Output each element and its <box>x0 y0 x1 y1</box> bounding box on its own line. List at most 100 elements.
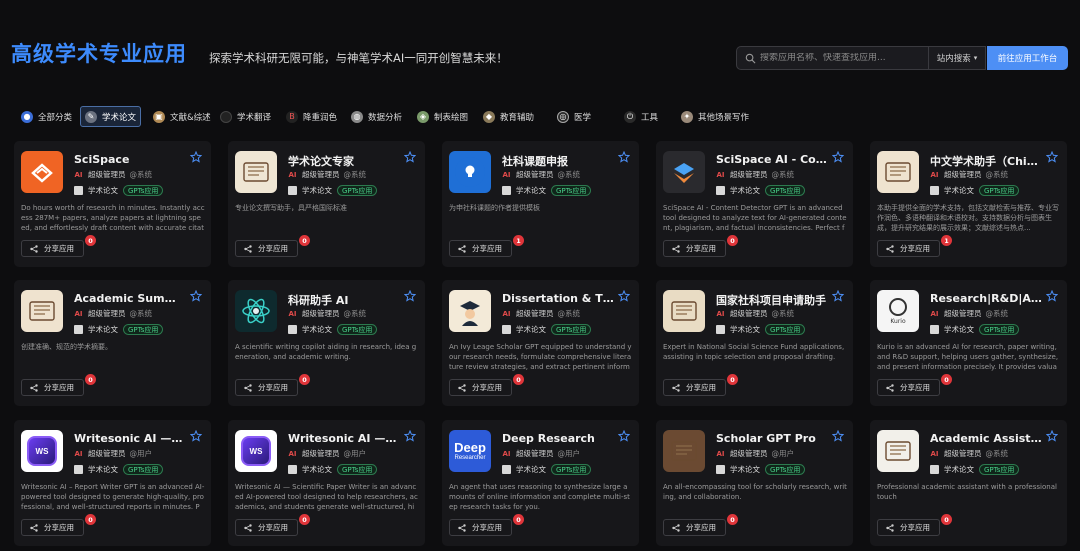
tag-row: 学术论文 GPTs应用 <box>930 463 1020 475</box>
share-app-button[interactable]: 分享应用 <box>663 379 726 396</box>
share-app-button[interactable]: 分享应用 <box>449 240 512 257</box>
category-medicine[interactable]: ◎ 医学 <box>553 106 595 127</box>
star-icon[interactable] <box>618 290 630 302</box>
tag-row: 学术论文 GPTs应用 <box>716 323 806 335</box>
share-app-button[interactable]: 分享应用 <box>663 240 726 257</box>
app-card[interactable]: Academic Summeries AI 超级管理员@系统学术论文 GPTs应用创建… <box>14 280 211 406</box>
category-data-analysis[interactable]: ◍ 数据分析 <box>347 106 406 127</box>
book-icon: ▣ <box>153 110 165 123</box>
layers-icon <box>663 151 705 193</box>
search-box[interactable] <box>736 46 928 70</box>
app-card[interactable]: WS Writesonic AI — Scientific Paper Write… <box>228 420 425 546</box>
ai-logo-icon: AI <box>502 309 511 318</box>
app-name: 科研助手 AI <box>288 294 349 307</box>
app-name: 中文学术助手（Chinese） <box>930 155 1042 168</box>
star-icon[interactable] <box>1046 151 1058 163</box>
ai-logo-icon: AI <box>288 170 297 179</box>
gpts-badge: GPTs应用 <box>123 184 164 196</box>
share-app-button[interactable]: 分享应用 <box>21 240 84 257</box>
app-card[interactable]: Academic Assistant Pro AI 超级管理员@系统学术论文 GPTs… <box>870 420 1067 546</box>
share-app-button[interactable]: 分享应用 <box>21 379 84 396</box>
app-card[interactable]: 科研助手 AI AI 超级管理员 @系统 学术论文 GPTs应用 A scientific … <box>228 280 425 406</box>
app-card[interactable]: SciSpace AI 超级管理员 @系统 学术论文 GPTs应用 Do hours wor… <box>14 141 211 267</box>
share-icon <box>30 383 38 392</box>
category-all[interactable]: ● 全部分类 <box>17 106 76 127</box>
app-card[interactable]: SciSpace AI - Content Detector AI 超级管理员@系统… <box>656 141 853 267</box>
desk-sketch-icon <box>663 290 705 332</box>
slogan: 探索学术科研无限可能，与神笔学术AI一同开创智慧未来！ <box>209 51 508 65</box>
category-other-writing[interactable]: ✦ 其他场景写作 <box>677 106 753 127</box>
app-card[interactable]: 社科课题申报 AI 超级管理员 @系统 学术论文 GPTs应用 为申社科课题的作者提供模板分… <box>442 141 639 267</box>
share-app-button[interactable]: 分享应用 <box>235 519 298 536</box>
app-card[interactable]: Dissertation & Thesis GPT AI 超级管理员@系统学术论文 G… <box>442 280 639 406</box>
app-card[interactable]: Deep Researcher Deep Research AI 超级管理员 @用户 学术论… <box>442 420 639 546</box>
app-card[interactable]: WS Writesonic AI — Report Writer AI 超级管理员@用… <box>14 420 211 546</box>
author-name: 超级管理员 <box>302 309 340 318</box>
star-icon[interactable] <box>832 430 844 442</box>
star-icon[interactable] <box>832 290 844 302</box>
ai-logo-icon: AI <box>930 449 939 458</box>
star-icon[interactable] <box>190 151 202 163</box>
star-icon[interactable] <box>404 430 416 442</box>
app-card[interactable]: 学术论文专家 AI 超级管理员 @系统 学术论文 GPTs应用 专业论文撰写助手，具严格国际… <box>228 141 425 267</box>
star-icon[interactable] <box>190 430 202 442</box>
star-icon[interactable] <box>404 290 416 302</box>
share-app-button[interactable]: 分享应用 <box>663 519 726 536</box>
share-app-button[interactable]: 分享应用 <box>877 519 940 536</box>
star-icon[interactable] <box>404 151 416 163</box>
app-description: Professional academic assistant with a p… <box>877 483 1057 501</box>
search-scope-button[interactable]: 站内搜索 ▾ <box>928 46 986 70</box>
category-polish[interactable]: B 降重润色 <box>282 106 341 127</box>
document-icon <box>502 464 511 474</box>
share-app-button[interactable]: 分享应用 <box>877 240 940 257</box>
atom-icon <box>235 290 277 332</box>
share-label: 分享应用 <box>44 523 74 532</box>
gpts-badge: GPTs应用 <box>979 463 1020 475</box>
category-charting[interactable]: ◈ 制表绘图 <box>413 106 472 127</box>
category-academic-paper[interactable]: ✎ 学术论文 <box>80 106 142 127</box>
star-icon[interactable] <box>190 290 202 302</box>
share-app-button[interactable]: 分享应用 <box>449 379 512 396</box>
author-name: 超级管理员 <box>88 309 126 318</box>
gpts-badge: GPTs应用 <box>551 184 592 196</box>
share-icon <box>458 523 466 532</box>
ai-logo-icon: AI <box>502 449 511 458</box>
tag-row: 学术论文 GPTs应用 <box>288 323 378 335</box>
translate-icon <box>220 110 232 123</box>
share-label: 分享应用 <box>686 523 716 532</box>
app-card[interactable]: Scholar GPT Pro AI 超级管理员 @用户 学术论文 GPTs应用 An al… <box>656 420 853 546</box>
tag-row: 学术论文 GPTs应用 <box>74 463 164 475</box>
star-icon[interactable] <box>618 430 630 442</box>
app-card[interactable]: Kurio Research|R&D|Academic AI 超级管理员@系统学术论文… <box>870 280 1067 406</box>
author-name: 超级管理员 <box>944 309 982 318</box>
category-translation[interactable]: 学术翻译 <box>216 106 275 127</box>
author-name: 超级管理员 <box>944 170 982 179</box>
search-scope-label: 站内搜索 <box>936 54 971 64</box>
star-icon[interactable] <box>1046 430 1058 442</box>
share-app-button[interactable]: 分享应用 <box>877 379 940 396</box>
share-count-badge: 0 <box>513 374 524 385</box>
share-app-button[interactable]: 分享应用 <box>449 519 512 536</box>
workbench-button[interactable]: 前往应用工作台 <box>987 46 1068 70</box>
share-app-button[interactable]: 分享应用 <box>21 519 84 536</box>
search-input[interactable] <box>760 53 920 63</box>
category-education[interactable]: ◆ 教育辅助 <box>479 106 538 127</box>
star-icon[interactable] <box>1046 290 1058 302</box>
app-description: Kurio is an advanced AI for research, pa… <box>877 343 1059 371</box>
app-card[interactable]: 中文学术助手（Chinese） AI 超级管理员@系统学术论文 GPTs应用本助手提供… <box>870 141 1067 267</box>
share-icon <box>458 244 466 253</box>
document-icon <box>502 324 511 334</box>
share-label: 分享应用 <box>900 523 930 532</box>
author-role: @系统 <box>985 309 1009 318</box>
school-icon: ◆ <box>483 110 495 123</box>
share-app-button[interactable]: 分享应用 <box>235 379 298 396</box>
app-name: Research|R&D|Academic <box>930 292 1042 305</box>
star-icon[interactable] <box>832 151 844 163</box>
category-tools[interactable]: ⏻ 工具 <box>620 106 662 127</box>
star-icon[interactable] <box>618 151 630 163</box>
share-app-button[interactable]: 分享应用 <box>235 240 298 257</box>
app-card[interactable]: 国家社科项目申请助手 AI 超级管理员 @系统 学术论文 GPTs应用 Expert in … <box>656 280 853 406</box>
document-icon <box>930 185 939 195</box>
category-literature-review[interactable]: ▣ 文献&综述 <box>149 106 215 127</box>
app-description: A scientific writing copilot aiding in r… <box>235 343 417 361</box>
